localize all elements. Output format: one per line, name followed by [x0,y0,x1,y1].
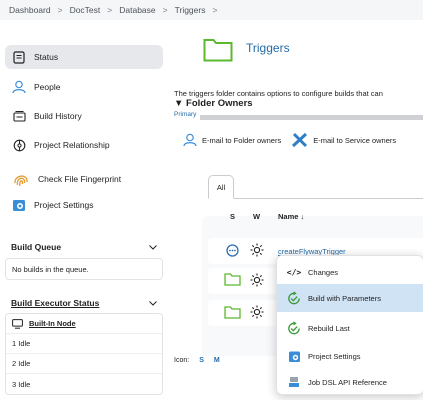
primary-owner-value [200,115,423,120]
email-service-owners-link[interactable]: E-mail to Service owners [313,136,396,145]
document-icon [286,374,302,390]
folder-owners-heading[interactable]: ▼ Folder Owners [174,98,253,109]
breadcrumb: Dashboard > DocTest > Database > Trigger… [0,0,423,20]
people-icon [11,79,27,95]
breadcrumb-separator: > [57,5,63,15]
icon-size-medium[interactable]: M [214,357,220,364]
breadcrumb-dashboard[interactable]: Dashboard [9,5,51,15]
folder-icon [224,305,241,321]
caret-down-icon: ▼ [174,98,184,109]
icon-size-selector: Icon: S M [174,357,220,364]
executor-row: 1 Idle [6,334,162,354]
build-queue-header[interactable]: Build Queue [5,237,163,257]
build-queue-empty: No builds in the queue. [12,264,89,274]
sidebar-item-label: Status [34,52,59,62]
page-title: Triggers [246,41,290,55]
breadcrumb-triggers[interactable]: Triggers [175,5,206,15]
menu-item-project-settings[interactable]: Project Settings [277,342,423,370]
menu-item-job-dsl-api-reference[interactable]: Job DSL API Reference [277,368,423,396]
menu-item-label: Project Settings [308,351,361,361]
menu-item-changes[interactable]: </> Changes [277,258,423,286]
executor-row: 3 Idle [12,379,31,389]
primary-owner-label: Primary [174,111,197,118]
sidebar-item-label: Project Settings [34,200,94,210]
breadcrumb-separator: > [212,5,218,15]
email-folder-owners-link[interactable]: E-mail to Folder owners [202,136,281,145]
menu-item-label: Job DSL API Reference [308,377,387,387]
weather-sunny-icon [250,273,264,289]
sidebar: Status People Build History Project Rela… [0,20,172,400]
sidebar-item-people[interactable]: People [5,75,163,99]
sidebar-item-label: People [34,82,61,92]
sidebar-item-check-file-fingerprint[interactable]: Check File Fingerprint [5,164,163,194]
weather-sunny-icon [250,305,264,321]
icon-size-small[interactable]: S [199,357,204,364]
tools-icon [291,132,309,148]
sidebar-item-label: Project Relationship [34,140,110,150]
folder-description: The triggers folder contains options to … [174,89,383,98]
folder-owners-label: Folder Owners [186,98,253,109]
executor-status-title[interactable]: Build Executor Status [11,298,99,308]
executor-row: 2 Idle [6,354,162,374]
settings-icon [11,197,27,213]
icon-size-label: Icon: [174,357,190,364]
column-header-weather[interactable]: W [253,212,260,221]
status-icon [11,49,27,65]
tab-all[interactable]: All [208,175,234,199]
breadcrumb-separator: > [162,5,168,15]
build-queue-panel: No builds in the queue. [5,258,163,280]
built-in-node-row[interactable]: Built-In Node [6,314,162,334]
relationship-icon [11,137,27,153]
menu-item-label: Rebuild Last [308,323,350,333]
build-run-icon [286,290,302,306]
menu-item-build-with-parameters[interactable]: Build with Parameters [277,284,423,312]
pipeline-status-icon[interactable] [226,244,239,259]
column-header-name[interactable]: Name ↓ [278,212,304,221]
folder-icon [203,39,233,62]
settings-icon [286,348,302,364]
executor-status-header[interactable]: Build Executor Status [5,293,163,313]
breadcrumb-database[interactable]: Database [119,5,155,15]
chevron-down-icon[interactable] [149,298,157,308]
view-tabs: All [208,175,423,199]
fingerprint-icon [11,168,31,190]
sidebar-item-label: Check File Fingerprint [38,174,122,184]
rebuild-icon [286,320,302,336]
breadcrumb-separator: > [107,5,113,15]
menu-item-rebuild-last[interactable]: Rebuild Last [277,314,423,342]
sidebar-item-status[interactable]: Status [5,45,163,69]
computer-icon [12,318,23,329]
sidebar-item-project-settings[interactable]: Project Settings [5,193,163,217]
sidebar-item-label: Build History [34,111,82,121]
sidebar-item-project-relationship[interactable]: Project Relationship [5,133,163,157]
chevron-down-icon[interactable] [149,242,157,252]
build-history-icon [11,108,27,124]
person-icon [182,133,198,147]
job-context-menu: </> Changes Build with Parameters Rebuil… [276,255,423,395]
weather-sunny-icon [250,243,264,259]
build-queue-title: Build Queue [11,242,62,252]
column-header-status[interactable]: S [230,212,235,221]
sidebar-item-build-history[interactable]: Build History [5,104,163,128]
menu-item-label: Build with Parameters [308,293,381,303]
executor-panel: Built-In Node 1 Idle 2 Idle 3 Idle [5,313,163,395]
email-links: E-mail to Folder owners E-mail to Servic… [174,132,396,148]
folder-icon [224,272,241,288]
code-icon: </> [286,267,302,277]
built-in-node-link[interactable]: Built-In Node [29,319,76,328]
breadcrumb-doctest[interactable]: DocTest [70,5,101,15]
menu-item-label: Changes [308,267,339,277]
